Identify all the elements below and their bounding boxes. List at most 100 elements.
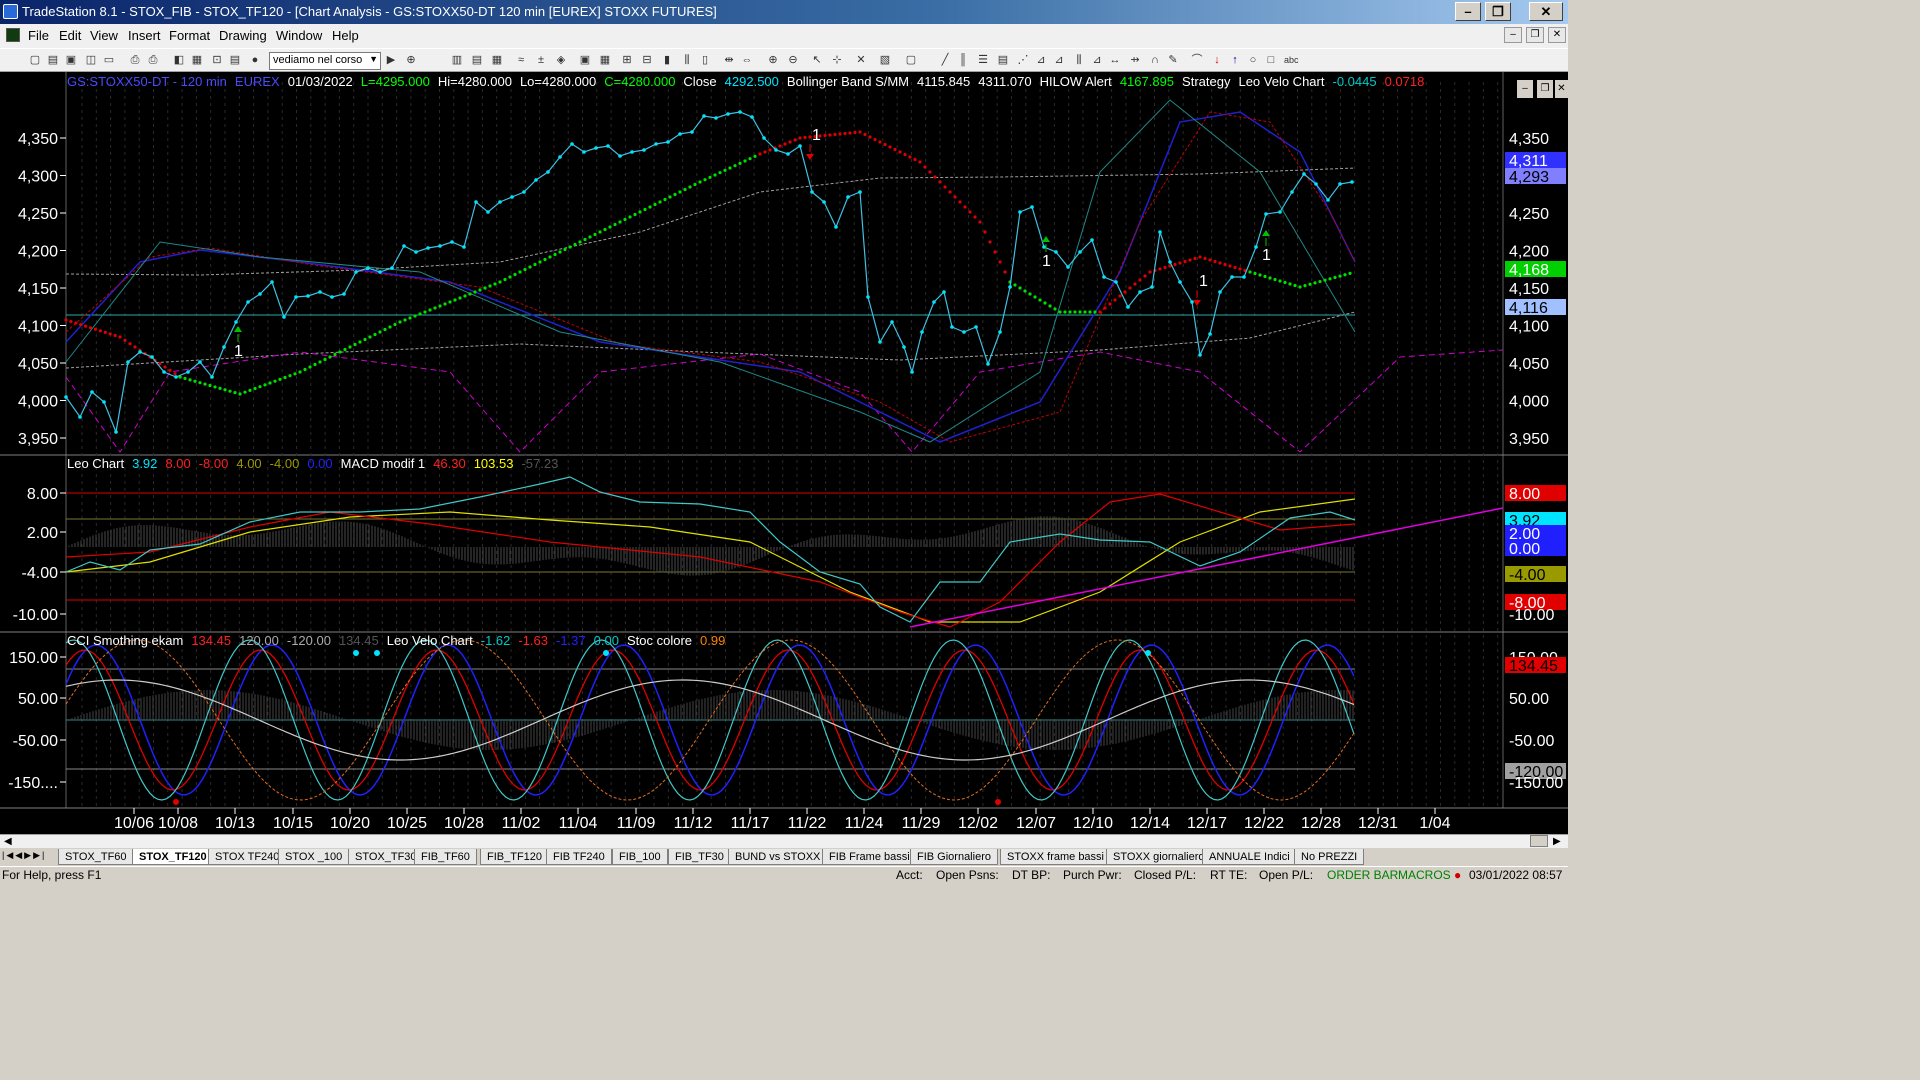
format-icon[interactable]: ▧ (878, 53, 892, 67)
data-tip-icon[interactable]: ⊹ (830, 53, 844, 67)
vline-icon[interactable]: ║ (956, 53, 970, 67)
arrow-up-icon[interactable]: ↑ (1228, 53, 1242, 67)
matrix-icon[interactable]: ▦ (490, 53, 504, 67)
tab-fib-tf60[interactable]: FIB_TF60 (414, 849, 477, 865)
ellipse-icon[interactable]: ○ (1246, 53, 1260, 67)
strategy-icon[interactable]: ⊟ (640, 53, 654, 67)
menu-file[interactable]: File (28, 28, 49, 43)
tab-fib-100[interactable]: FIB_100 (612, 849, 668, 865)
speedline-icon[interactable]: ⊿ (1090, 53, 1104, 67)
fib-fan-icon[interactable]: ⊿ (1034, 53, 1048, 67)
arc-icon[interactable]: ⌒ (1190, 53, 1204, 67)
hotlist-icon[interactable]: ◈ (554, 53, 568, 67)
close-button[interactable]: ✕ (1529, 2, 1563, 21)
options-icon[interactable]: ± (534, 53, 548, 67)
tab-stoxx-giornaliero[interactable]: STOXX giornaliero (1106, 849, 1212, 865)
pane-minimize-button[interactable]: – (1517, 80, 1533, 98)
workspace-combo[interactable]: vediamo nel corso ▼ (269, 52, 381, 70)
tab-fib-tf30[interactable]: FIB_TF30 (668, 849, 731, 865)
menu-help[interactable]: Help (332, 28, 359, 43)
folder-icon[interactable]: ▭ (102, 53, 116, 67)
table-icon[interactable]: ▤ (228, 53, 242, 67)
link-icon[interactable]: ▦ (598, 53, 612, 67)
channel-icon[interactable]: ▤ (996, 53, 1010, 67)
maximize-button[interactable]: ❐ (1485, 2, 1511, 21)
tab-stox-tf240[interactable]: STOX TF240 (208, 849, 287, 865)
trendline-icon[interactable]: ╱ (938, 53, 952, 67)
palette-icon[interactable]: ● (248, 53, 262, 67)
horizontal-scrollbar[interactable]: ◀ ▶ (0, 834, 1568, 848)
new-icon[interactable]: ▢ (28, 53, 42, 67)
pointer-icon[interactable]: ↖ (810, 53, 824, 67)
analysis-icon[interactable]: ⊞ (620, 53, 634, 67)
grid-icon[interactable]: ▦ (190, 53, 204, 67)
radar-icon[interactable]: ▤ (470, 53, 484, 67)
menu-insert[interactable]: Insert (128, 28, 161, 43)
tab-stox-tf30[interactable]: STOX_TF30 (348, 849, 424, 865)
minimize-button[interactable]: – (1455, 2, 1481, 21)
open-icon[interactable]: ▤ (46, 53, 60, 67)
tab-fib-giornaliero[interactable]: FIB Giornaliero (910, 849, 998, 865)
mdi-restore-button[interactable]: ❐ (1526, 27, 1544, 43)
tab-stoxx-frame-bassi[interactable]: STOXX frame bassi (1000, 849, 1111, 865)
status-macros[interactable]: MACROS (1398, 868, 1451, 882)
arrow-line-icon[interactable]: ↔ (1108, 53, 1122, 67)
fib-ext-icon[interactable]: ⊿ (1052, 53, 1066, 67)
text-icon[interactable]: abc (1284, 53, 1299, 67)
chart-icon[interactable]: ▥ (450, 53, 464, 67)
rectangle-icon[interactable]: □ (1264, 53, 1278, 67)
play-icon[interactable]: ▶ (384, 53, 398, 67)
tab-fib-frame-bassi[interactable]: FIB Frame bassi (822, 849, 917, 865)
pane-close-button[interactable]: ✕ (1555, 80, 1568, 98)
compress-icon[interactable]: ⇹ (722, 53, 736, 67)
chart-canvas[interactable]: 4,350 4,300 4,250 4,200 4,150 4,100 4,050 4,000… (0, 72, 1568, 834)
tab-bund-vs-stoxx[interactable]: BUND vs STOXX (728, 849, 828, 865)
clear-icon[interactable]: ▢ (904, 53, 918, 67)
save-icon[interactable]: ▣ (64, 53, 78, 67)
scroll-left-icon[interactable]: ◀ (4, 836, 12, 847)
tab-stox-tf120[interactable]: STOX_TF120 (132, 849, 214, 865)
menu-window[interactable]: Window (276, 28, 322, 43)
candles-icon[interactable]: ⫼ (680, 53, 694, 67)
regression-icon[interactable]: ⇸ (1128, 53, 1142, 67)
window-icon[interactable]: ◧ (172, 53, 186, 67)
mdi-close-button[interactable]: ✕ (1548, 27, 1566, 43)
magnify-icon[interactable]: ⊕ (766, 53, 780, 67)
scanner-icon[interactable]: ≈ (514, 53, 528, 67)
menu-format[interactable]: Format (169, 28, 210, 43)
portfolio-icon[interactable]: ▣ (578, 53, 592, 67)
tab-stox-100[interactable]: STOX _100 (278, 849, 350, 865)
lock-icon[interactable]: ⊡ (210, 53, 224, 67)
pen-icon[interactable]: ✎ (1166, 53, 1180, 67)
hline-icon[interactable]: ☰ (976, 53, 990, 67)
mdi-minimize-button[interactable]: – (1504, 27, 1522, 43)
gann-icon[interactable]: ⋰ (1016, 53, 1030, 67)
cycle-icon[interactable]: ∩ (1148, 53, 1162, 67)
status-order-bar[interactable]: ORDER BAR (1327, 868, 1398, 882)
tab-fib-tf120[interactable]: FIB_TF120 (480, 849, 550, 865)
tab-nav-arrows[interactable]: |◀◀▶▶| (2, 850, 46, 861)
pane-restore-button[interactable]: ❐ (1537, 80, 1553, 98)
tab-fib-tf240[interactable]: FIB TF240 (546, 849, 612, 865)
tools-icon[interactable]: ✕ (854, 53, 868, 67)
menu-view[interactable]: View (90, 28, 118, 43)
zoom-out-icon[interactable]: ⊖ (786, 53, 800, 67)
fib-time-icon[interactable]: ⫼ (1072, 53, 1086, 67)
chart-window[interactable]: 4,350 4,300 4,250 4,200 4,150 4,100 4,050 4,000… (0, 72, 1568, 834)
tab-annuale-indici[interactable]: ANNUALE Indici (1202, 849, 1297, 865)
tab-stox-tf60[interactable]: STOX_TF60 (58, 849, 134, 865)
document-icon[interactable] (6, 28, 20, 42)
line-chart-icon[interactable]: ▯ (698, 53, 712, 67)
print-icon[interactable]: ⎙ (128, 53, 142, 67)
menu-drawing[interactable]: Drawing (219, 28, 267, 43)
workspace-icon[interactable]: ◫ (84, 53, 98, 67)
scroll-thumb[interactable] (1530, 835, 1548, 847)
menu-edit[interactable]: Edit (59, 28, 81, 43)
expand-icon[interactable]: ⇔ (740, 53, 754, 67)
bar-chart-icon[interactable]: ▮ (660, 53, 674, 67)
zoom-in-icon[interactable]: ⊕ (404, 53, 418, 67)
arrow-down-icon[interactable]: ↓ (1210, 53, 1224, 67)
print-preview-icon[interactable]: ⎙ (146, 53, 160, 67)
tab-no-prezzi[interactable]: No PREZZI (1294, 849, 1365, 865)
scroll-right-icon[interactable]: ▶ (1553, 836, 1561, 847)
